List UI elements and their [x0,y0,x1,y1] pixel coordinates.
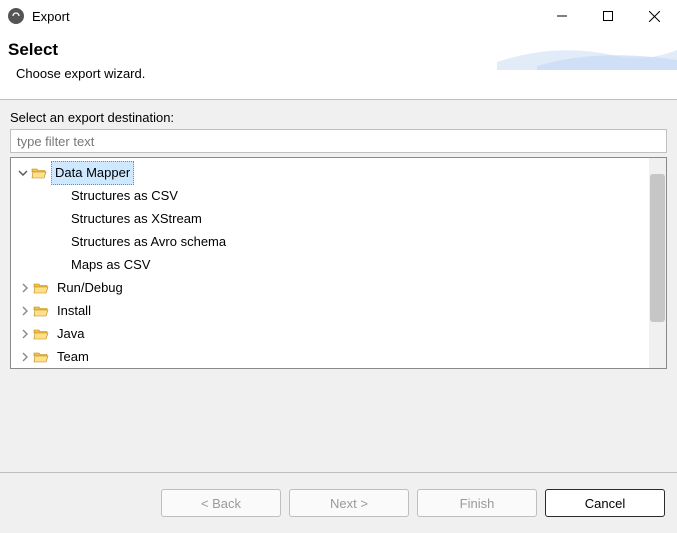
tree-leaf-label: Structures as CSV [71,185,178,207]
wizard-heading: Select [8,40,663,60]
cancel-button[interactable]: Cancel [545,489,665,517]
tree-leaf-maps-csv[interactable]: Maps as CSV [13,253,666,276]
destination-label: Select an export destination: [10,110,667,125]
chevron-right-icon[interactable] [17,306,33,316]
tree-node-java[interactable]: Java [13,322,666,345]
maximize-icon [603,11,613,21]
app-icon [8,8,24,24]
scrollbar-thumb[interactable] [650,174,665,322]
folder-icon [33,326,49,342]
tree-leaf-structures-xstream[interactable]: Structures as XStream [13,207,666,230]
filter-input[interactable] [10,129,667,153]
folder-icon [33,349,49,365]
close-button[interactable] [631,0,677,32]
tree-leaf-label: Maps as CSV [71,254,150,276]
tree-node-run-debug[interactable]: Run/Debug [13,276,666,299]
wizard-body: Select an export destination: Data Mappe… [0,100,677,472]
maximize-button[interactable] [585,0,631,32]
folder-icon [33,280,49,296]
chevron-right-icon[interactable] [17,283,33,293]
next-button[interactable]: Next > [289,489,409,517]
tree-node-label: Data Mapper [51,161,134,185]
minimize-icon [557,11,567,21]
folder-open-icon [31,165,47,181]
tree-node-label: Install [53,299,95,323]
tree-leaf-label: Structures as XStream [71,208,202,230]
back-button[interactable]: < Back [161,489,281,517]
wizard-subtitle: Choose export wizard. [16,66,663,81]
folder-icon [33,303,49,319]
titlebar: Export [0,0,677,32]
tree-scrollbar[interactable] [649,158,666,368]
wizard-header: Select Choose export wizard. [0,32,677,99]
tree-node-install[interactable]: Install [13,299,666,322]
window-title: Export [32,9,70,24]
tree-leaf-label: Structures as Avro schema [71,231,226,253]
tree-leaf-structures-csv[interactable]: Structures as CSV [13,184,666,207]
tree-node-label: Java [53,322,88,346]
export-tree: Data Mapper Structures as CSV Structures… [10,157,667,369]
chevron-right-icon[interactable] [17,329,33,339]
export-wizard-window: Export Select Choose export wizard. Sele… [0,0,677,533]
tree-node-label: Team [53,345,93,369]
finish-button[interactable]: Finish [417,489,537,517]
tree-node-label: Run/Debug [53,276,127,300]
chevron-down-icon[interactable] [15,168,31,178]
wizard-footer: < Back Next > Finish Cancel [0,473,677,533]
tree-node-team[interactable]: Team [13,345,666,368]
close-icon [649,11,660,22]
minimize-button[interactable] [539,0,585,32]
tree-leaf-structures-avro[interactable]: Structures as Avro schema [13,230,666,253]
chevron-right-icon[interactable] [17,352,33,362]
tree-node-data-mapper[interactable]: Data Mapper [13,161,666,184]
